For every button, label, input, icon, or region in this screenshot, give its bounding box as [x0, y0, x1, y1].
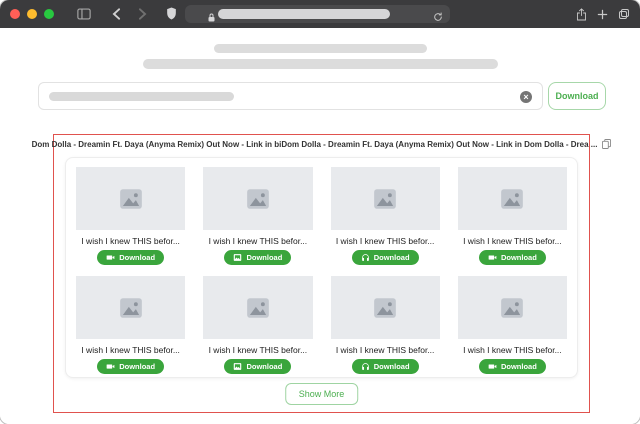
- minimize-window-button[interactable]: [27, 9, 37, 19]
- thumbnail-placeholder[interactable]: [458, 167, 567, 230]
- clear-input-icon[interactable]: ×: [520, 91, 532, 103]
- skeleton-input-placeholder: [49, 92, 234, 101]
- search-input[interactable]: ×: [38, 82, 543, 110]
- result-title: Dom Dolla - Dreamin Ft. Daya (Anyma Remi…: [32, 140, 598, 149]
- results-grid: I wish I knew THIS befor... Download I w…: [76, 167, 567, 374]
- address-bar[interactable]: [185, 5, 450, 23]
- result-item-title: I wish I knew THIS befor...: [81, 236, 180, 246]
- item-download-label: Download: [246, 253, 282, 262]
- video-camera-icon: [106, 253, 115, 262]
- result-item: I wish I knew THIS befor... Download: [76, 167, 185, 265]
- forward-icon[interactable]: [138, 8, 147, 20]
- image-placeholder-icon: [372, 295, 398, 321]
- results-card: I wish I knew THIS befor... Download I w…: [65, 157, 578, 378]
- result-item-title: I wish I knew THIS befor...: [463, 345, 562, 355]
- result-item: I wish I knew THIS befor... Download: [458, 167, 567, 265]
- page-content: × Download Dom Dolla - Dreamin Ft. Daya …: [0, 28, 640, 424]
- thumbnail-placeholder[interactable]: [203, 167, 312, 230]
- image-icon: [233, 362, 242, 371]
- item-download-button[interactable]: Download: [224, 250, 291, 265]
- image-placeholder-icon: [499, 186, 525, 212]
- browser-window: × Download Dom Dolla - Dreamin Ft. Daya …: [0, 0, 640, 424]
- image-placeholder-icon: [118, 186, 144, 212]
- thumbnail-placeholder[interactable]: [76, 167, 185, 230]
- item-download-label: Download: [119, 253, 155, 262]
- result-item-title: I wish I knew THIS befor...: [209, 236, 308, 246]
- masked-url-capsule: [218, 9, 390, 19]
- skeleton-heading-bar: [214, 44, 427, 53]
- highlighted-results-region: Dom Dolla - Dreamin Ft. Daya (Anyma Remi…: [53, 134, 590, 413]
- new-tab-icon[interactable]: [597, 9, 608, 20]
- image-placeholder-icon: [118, 295, 144, 321]
- thumbnail-placeholder[interactable]: [203, 276, 312, 339]
- show-more-button[interactable]: Show More: [285, 383, 359, 405]
- thumbnail-placeholder[interactable]: [458, 276, 567, 339]
- thumbnail-placeholder[interactable]: [331, 167, 440, 230]
- result-item: I wish I knew THIS befor... Download: [203, 167, 312, 265]
- copy-icon[interactable]: [602, 139, 611, 149]
- item-download-button[interactable]: Download: [97, 250, 164, 265]
- close-window-button[interactable]: [10, 9, 20, 19]
- result-item-title: I wish I knew THIS befor...: [81, 345, 180, 355]
- tabs-icon[interactable]: [618, 8, 630, 20]
- result-item-title: I wish I knew THIS befor...: [463, 236, 562, 246]
- item-download-label: Download: [501, 253, 537, 262]
- item-download-label: Download: [119, 362, 155, 371]
- headphones-icon: [361, 362, 370, 371]
- result-item: I wish I knew THIS befor... Download: [76, 276, 185, 374]
- refresh-icon[interactable]: [433, 9, 443, 27]
- back-icon[interactable]: [112, 8, 121, 20]
- headphones-icon: [361, 253, 370, 262]
- result-item-title: I wish I knew THIS befor...: [209, 345, 308, 355]
- result-item: I wish I knew THIS befor... Download: [458, 276, 567, 374]
- zoom-window-button[interactable]: [44, 9, 54, 19]
- sidebar-icon[interactable]: [77, 8, 91, 20]
- item-download-label: Download: [246, 362, 282, 371]
- image-placeholder-icon: [499, 295, 525, 321]
- item-download-label: Download: [374, 253, 410, 262]
- result-item-title: I wish I knew THIS befor...: [336, 345, 435, 355]
- item-download-button[interactable]: Download: [352, 359, 419, 374]
- share-icon[interactable]: [576, 8, 587, 21]
- result-item-title: I wish I knew THIS befor...: [336, 236, 435, 246]
- item-download-button[interactable]: Download: [352, 250, 419, 265]
- item-download-label: Download: [374, 362, 410, 371]
- browser-toolbar: [0, 0, 640, 28]
- toolbar-right-icons: [576, 0, 630, 28]
- image-placeholder-icon: [245, 295, 271, 321]
- thumbnail-placeholder[interactable]: [331, 276, 440, 339]
- download-button[interactable]: Download: [548, 82, 606, 110]
- lock-icon: [208, 9, 215, 27]
- image-placeholder-icon: [372, 186, 398, 212]
- result-item: I wish I knew THIS befor... Download: [203, 276, 312, 374]
- image-placeholder-icon: [245, 186, 271, 212]
- video-camera-icon: [106, 362, 115, 371]
- item-download-button[interactable]: Download: [479, 250, 546, 265]
- thumbnail-placeholder[interactable]: [76, 276, 185, 339]
- item-download-button[interactable]: Download: [224, 359, 291, 374]
- shield-icon[interactable]: [166, 7, 177, 25]
- item-download-button[interactable]: Download: [479, 359, 546, 374]
- result-item: I wish I knew THIS befor... Download: [331, 276, 440, 374]
- item-download-button[interactable]: Download: [97, 359, 164, 374]
- traffic-lights: [10, 9, 54, 19]
- item-download-label: Download: [501, 362, 537, 371]
- video-camera-icon: [488, 362, 497, 371]
- result-item: I wish I knew THIS befor... Download: [331, 167, 440, 265]
- result-title-row: Dom Dolla - Dreamin Ft. Daya (Anyma Remi…: [54, 139, 589, 149]
- image-icon: [233, 253, 242, 262]
- video-camera-icon: [488, 253, 497, 262]
- skeleton-subheading-bar: [143, 59, 498, 69]
